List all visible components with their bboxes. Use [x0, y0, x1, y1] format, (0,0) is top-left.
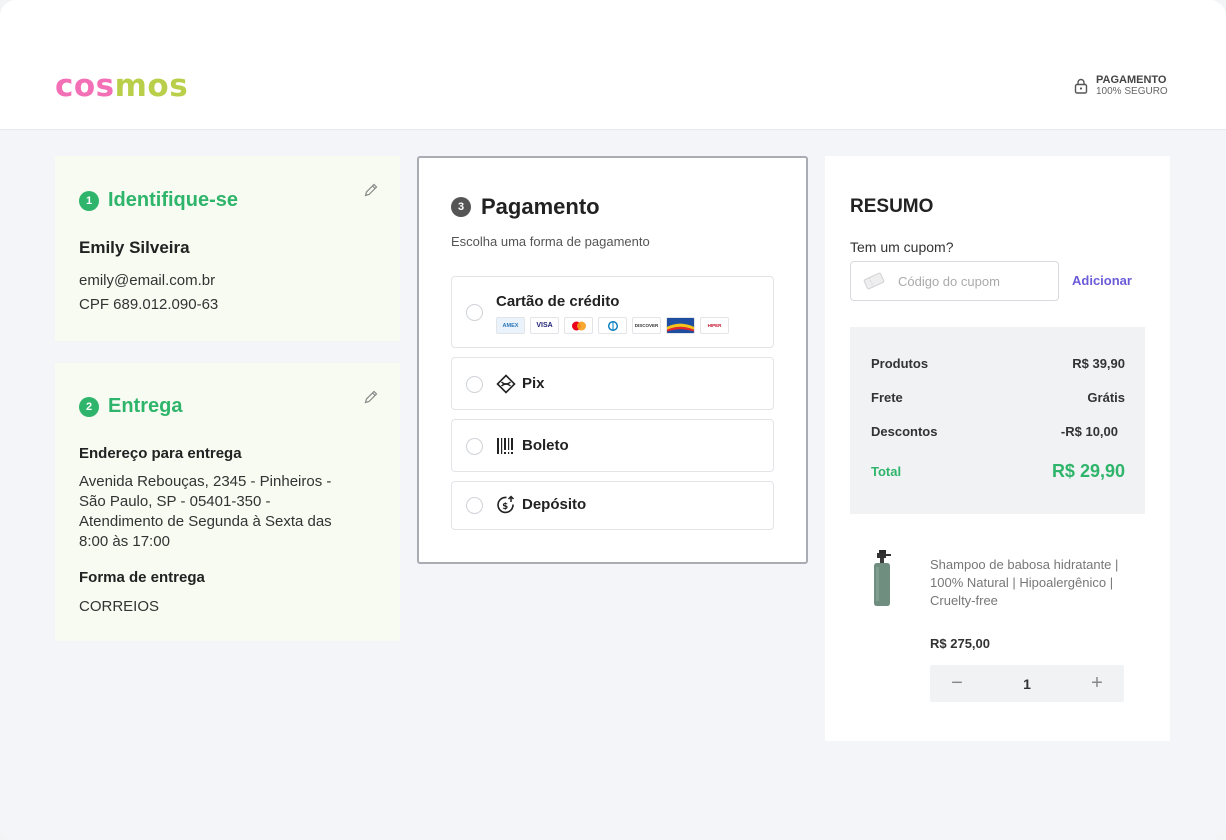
delivery-address: Avenida Rebouças, 2345 - Pinheiros - São… — [79, 473, 332, 550]
totals-row-shipping: Frete Grátis — [871, 390, 1125, 405]
delivery-title: 2 Entrega — [79, 395, 182, 418]
quantity-value: 1 — [1023, 675, 1031, 692]
payment-option-pix[interactable]: Pix — [451, 357, 774, 410]
card-brands: AMEX VISA DISCOVER HIPER — [496, 317, 729, 334]
step-2-badge: 2 — [79, 396, 99, 417]
svg-text:$: $ — [502, 502, 508, 512]
total-value: R$ 29,90 — [1051, 461, 1125, 481]
shipping-label: Frete — [871, 390, 903, 405]
diners-logo — [598, 317, 627, 334]
deposit-label: Depósito — [522, 496, 587, 513]
pencil-edit-icon[interactable] — [363, 182, 379, 198]
total-label: Total — [871, 464, 902, 479]
summary-title: RESUMO — [850, 196, 934, 217]
address-label: Endereço para entrega — [79, 445, 242, 462]
products-label: Produtos — [871, 356, 929, 371]
deposit-radio[interactable] — [466, 497, 483, 514]
coupon-label: Tem um cupom? — [850, 239, 954, 255]
shampoo-bottle-image — [874, 550, 891, 606]
secure-payment-badge: PAGAMENTO 100% SEGURO — [1074, 74, 1168, 98]
delivery-card: 2 Entrega Endereço para entrega Avenida … — [55, 363, 400, 641]
customer-name: Emily Silveira — [79, 238, 190, 257]
site-header: cosmos PAGAMENTO 100% SEGURO — [0, 0, 1226, 130]
totals-row-total: Total R$ 29,90 — [871, 461, 1125, 482]
mastercard-logo — [564, 317, 593, 334]
customer-cpf: CPF 689.012.090-63 — [79, 296, 219, 313]
shipping-method-label: Forma de entrega — [79, 569, 205, 586]
totals-row-discounts: Descontos -R$ 10,00 — [871, 424, 1118, 439]
shipping-value: Grátis — [1087, 390, 1125, 405]
payment-option-boleto[interactable]: Boleto — [451, 419, 774, 472]
payment-title-text: Pagamento — [481, 194, 600, 219]
coin-deposit-icon: $ — [497, 495, 515, 514]
payment-option-deposit[interactable]: $ Depósito — [451, 481, 774, 530]
payment-card: 3 Pagamento Escolha uma forma de pagamen… — [417, 156, 808, 564]
discounts-value: -R$ 10,00 — [1060, 424, 1118, 439]
logo-part-1: cos — [55, 68, 115, 104]
increase-quantity-button[interactable]: + — [1088, 672, 1106, 695]
credit-card-label: Cartão de crédito — [496, 293, 620, 310]
pix-label: Pix — [522, 375, 545, 392]
visa-logo: VISA — [530, 317, 559, 334]
step-1-badge: 1 — [79, 190, 99, 211]
discounts-label: Descontos — [871, 424, 938, 439]
amex-logo: AMEX — [496, 317, 525, 334]
secure-line-1: PAGAMENTO — [1096, 74, 1167, 86]
shipping-method-value: CORREIOS — [79, 598, 160, 615]
payment-subtitle: Escolha uma forma de pagamento — [451, 234, 650, 249]
product-name: Shampoo de babosa hidratante | 100% Natu… — [930, 557, 1119, 608]
quantity-stepper: − 1 + — [930, 665, 1124, 702]
logo-part-2: mos — [114, 68, 189, 104]
customer-email: emily@email.com.br — [79, 272, 216, 289]
ticket-icon — [863, 272, 885, 290]
identify-title: 1 Identifique-se — [79, 189, 238, 212]
credit-card-radio[interactable] — [466, 304, 483, 321]
boleto-radio[interactable] — [466, 438, 483, 455]
add-coupon-button[interactable]: Adicionar — [1072, 273, 1132, 288]
pix-icon — [496, 374, 516, 394]
summary-card: RESUMO Tem um cupom? Adicionar Produtos … — [825, 156, 1170, 741]
delivery-title-text: Entrega — [108, 395, 183, 417]
hipercard-logo: HIPER — [700, 317, 729, 334]
decrease-quantity-button[interactable]: − — [948, 672, 966, 695]
elo-logo — [666, 317, 695, 334]
order-totals: Produtos R$ 39,90 Frete Grátis Descontos… — [850, 327, 1145, 514]
identify-title-text: Identifique-se — [108, 189, 239, 211]
lock-icon — [1074, 78, 1088, 94]
step-3-badge: 3 — [451, 197, 471, 217]
checkout-page: cosmos PAGAMENTO 100% SEGURO 1 Identifiq… — [0, 0, 1226, 840]
identify-card: 1 Identifique-se Emily Silveira emily@em… — [55, 156, 400, 341]
secure-line-2: 100% SEGURO — [1096, 86, 1168, 97]
barcode-icon — [497, 438, 513, 454]
totals-row-products: Produtos R$ 39,90 — [871, 356, 1125, 371]
payment-option-credit-card[interactable]: Cartão de crédito AMEX VISA DISCOVER HIP… — [451, 276, 774, 348]
cosmos-logo[interactable]: cosmos — [55, 68, 188, 104]
pencil-edit-icon[interactable] — [363, 389, 379, 405]
payment-title: 3 Pagamento — [451, 194, 600, 220]
product-price: R$ 275,00 — [930, 636, 990, 651]
discover-logo: DISCOVER — [632, 317, 661, 334]
products-value: R$ 39,90 — [1072, 356, 1125, 371]
pix-radio[interactable] — [466, 376, 483, 393]
boleto-label: Boleto — [522, 437, 569, 454]
